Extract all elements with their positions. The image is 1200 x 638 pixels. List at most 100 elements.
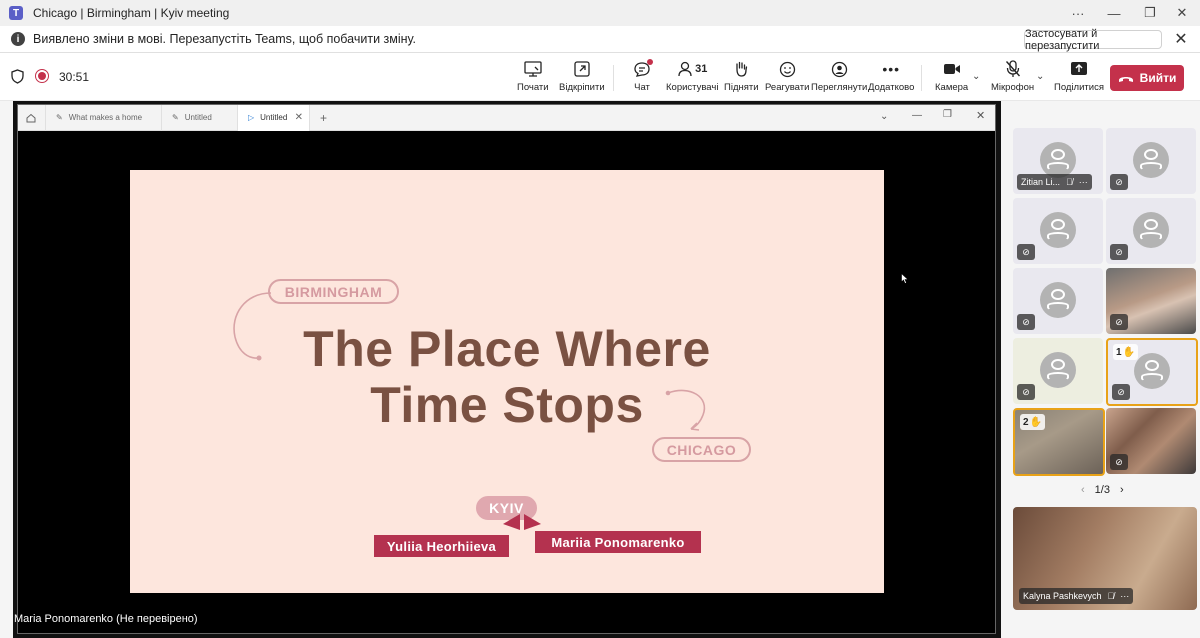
participant-tile[interactable]: ⊘ bbox=[1106, 198, 1196, 264]
leave-button[interactable]: Вийти bbox=[1110, 65, 1184, 91]
browser-tab[interactable]: ✎ Untitled bbox=[162, 104, 238, 131]
toolbar-label: Відкріпити bbox=[559, 82, 605, 93]
toolbar-label: Почати bbox=[517, 82, 549, 93]
view-button[interactable]: Переглянути bbox=[811, 59, 867, 93]
share-icon bbox=[1067, 59, 1091, 79]
mic-off-icon: ⊘ bbox=[1017, 244, 1035, 260]
participant-tile[interactable]: ⊘ bbox=[1013, 198, 1103, 264]
tab-list-chevron-icon[interactable]: ⌄ bbox=[880, 111, 888, 122]
participant-name: Zitian Li... bbox=[1021, 177, 1061, 187]
close-window-button[interactable]: ✕ bbox=[1164, 0, 1200, 26]
view-icon bbox=[827, 59, 851, 79]
participant-tile[interactable]: ⊘ bbox=[1106, 128, 1196, 194]
hand-order: 1 bbox=[1116, 346, 1122, 358]
more-options-icon[interactable]: ··· bbox=[1120, 591, 1129, 601]
browser-tab[interactable]: ✎ What makes a home bbox=[46, 104, 162, 131]
info-icon: i bbox=[11, 32, 25, 46]
more-button[interactable]: ••• Додатково bbox=[868, 59, 914, 93]
hang-up-icon bbox=[1118, 74, 1134, 83]
chat-button[interactable]: Чат bbox=[630, 59, 654, 93]
popout-button[interactable]: Відкріпити bbox=[559, 59, 605, 93]
browser-tab-active[interactable]: ▷ Untitled ✕ bbox=[238, 104, 310, 131]
close-notification-icon[interactable]: ✕ bbox=[1172, 30, 1190, 48]
close-tab-icon[interactable]: ✕ bbox=[295, 112, 303, 123]
raise-hand-icon: ✋ bbox=[1122, 346, 1136, 358]
self-video-tile[interactable]: Kalyna Pashkevych 🎙̸ ··· bbox=[1013, 507, 1197, 610]
slide-name-tag-left: Yuliia Heorhiieva bbox=[374, 535, 509, 557]
mic-off-icon: ⊘ bbox=[1110, 314, 1128, 330]
more-options-icon[interactable]: ··· bbox=[1060, 0, 1096, 26]
slide-pill-chicago: CHICAGO bbox=[652, 437, 751, 462]
mic-off-icon: ⊘ bbox=[1110, 244, 1128, 260]
slide-pill-birmingham: BIRMINGHAM bbox=[268, 279, 399, 304]
notification-message: Виявлено зміни в мові. Перезапустіть Tea… bbox=[33, 32, 417, 46]
people-button[interactable]: 31 Користувачі bbox=[666, 59, 718, 93]
prev-page-chevron-icon[interactable]: ‹ bbox=[1081, 484, 1085, 496]
kyiv-arrows-icon bbox=[503, 514, 541, 530]
slide-name-tag-right: Mariia Ponomarenko bbox=[535, 531, 701, 553]
participant-video-tile-hand-raised[interactable]: 2 ✋ bbox=[1013, 408, 1105, 476]
mic-off-icon: ⊘ bbox=[1110, 454, 1128, 470]
new-tab-icon[interactable]: + bbox=[310, 105, 336, 131]
shared-browser-window: ✎ What makes a home ✎ Untitled ▷ Untitle… bbox=[17, 104, 996, 634]
mic-options-chevron-icon[interactable]: ⌄ bbox=[1036, 71, 1044, 82]
participant-count: 31 bbox=[695, 63, 708, 75]
toolbar-label: Реагувати bbox=[765, 82, 810, 93]
page-indicator: 1/3 bbox=[1094, 484, 1110, 496]
toolbar-label: Користувачі bbox=[666, 82, 719, 93]
shield-icon bbox=[11, 69, 24, 84]
minimize-button[interactable]: — bbox=[1096, 0, 1132, 26]
popout-icon bbox=[570, 59, 594, 79]
mic-off-icon: 🎙̸ bbox=[1066, 177, 1073, 187]
slide-title-line-1: The Place Where bbox=[303, 321, 711, 377]
tab-title: What makes a home bbox=[68, 113, 143, 122]
avatar-icon bbox=[1040, 352, 1076, 388]
notification-bar: i Виявлено зміни в мові. Перезапустіть T… bbox=[0, 26, 1200, 53]
restore-button[interactable]: ❐ bbox=[1132, 0, 1168, 26]
mouse-cursor-icon bbox=[901, 271, 909, 289]
browser-restore-icon[interactable]: ❐ bbox=[943, 109, 952, 120]
toolbar-divider bbox=[613, 65, 614, 91]
presenter-name-label: Maria Ponomarenko (Не перевірено) bbox=[14, 613, 198, 625]
participant-video-tile[interactable]: ⊘ bbox=[1106, 408, 1196, 474]
participant-tile-hand-raised[interactable]: 1 ✋ ⊘ bbox=[1106, 338, 1198, 406]
microphone-button[interactable]: Мікрофон bbox=[991, 59, 1034, 93]
whiteboard-button[interactable]: Почати bbox=[517, 59, 549, 93]
toolbar-label: Підняти bbox=[724, 82, 759, 93]
participant-video-tile[interactable]: ⊘ bbox=[1106, 268, 1196, 334]
recording-icon bbox=[35, 69, 49, 83]
participant-tile[interactable]: ⊘ bbox=[1013, 268, 1103, 334]
apply-restart-button[interactable]: Застосувати й перезапустити bbox=[1024, 28, 1162, 52]
participants-panel: Zitian Li... 🎙̸ ··· ⊘ ⊘ ⊘ ⊘ ⊘ ⊘ 1 ✋ ⊘ 2 … bbox=[1001, 101, 1200, 638]
more-options-icon[interactable]: ··· bbox=[1079, 177, 1088, 187]
avatar-icon bbox=[1040, 212, 1076, 248]
next-page-chevron-icon[interactable]: › bbox=[1120, 484, 1124, 496]
participant-tile[interactable]: ⊘ bbox=[1013, 338, 1103, 404]
participant-tile[interactable]: Zitian Li... 🎙̸ ··· bbox=[1013, 128, 1103, 194]
more-icon: ••• bbox=[882, 61, 901, 77]
browser-close-icon[interactable]: ✕ bbox=[976, 109, 985, 122]
avatar-icon bbox=[1040, 282, 1076, 318]
mic-off-icon: ⊘ bbox=[1017, 314, 1035, 330]
home-tab-icon[interactable] bbox=[18, 104, 46, 131]
mic-off-icon: ⊘ bbox=[1017, 384, 1035, 400]
tab-pen-icon: ✎ bbox=[172, 113, 179, 122]
whiteboard-icon bbox=[521, 59, 545, 79]
slide-title-line-2: Time Stops bbox=[370, 377, 644, 433]
toolbar-label: Мікрофон bbox=[991, 82, 1035, 93]
raise-hand-icon: ✋ bbox=[1029, 416, 1043, 428]
browser-minimize-icon[interactable]: — bbox=[912, 110, 922, 121]
react-button[interactable]: Реагувати bbox=[765, 59, 809, 93]
toolbar-label: Додатково bbox=[868, 82, 915, 93]
mic-off-icon: ⊘ bbox=[1110, 174, 1128, 190]
avatar-icon bbox=[1040, 142, 1076, 178]
share-button[interactable]: Поділитися bbox=[1054, 59, 1104, 93]
camera-button[interactable]: Камера bbox=[935, 59, 968, 93]
presentation-slide: BIRMINGHAM The Place Where Time Stops CH… bbox=[130, 170, 884, 593]
window-title-bar: T Chicago | Birmingham | Kyiv meeting ··… bbox=[0, 0, 1200, 26]
people-icon: 31 bbox=[674, 59, 710, 79]
toolbar-divider bbox=[921, 65, 922, 91]
camera-options-chevron-icon[interactable]: ⌄ bbox=[972, 71, 980, 82]
raise-hand-button[interactable]: Підняти bbox=[724, 59, 759, 93]
window-title: Chicago | Birmingham | Kyiv meeting bbox=[33, 6, 230, 20]
